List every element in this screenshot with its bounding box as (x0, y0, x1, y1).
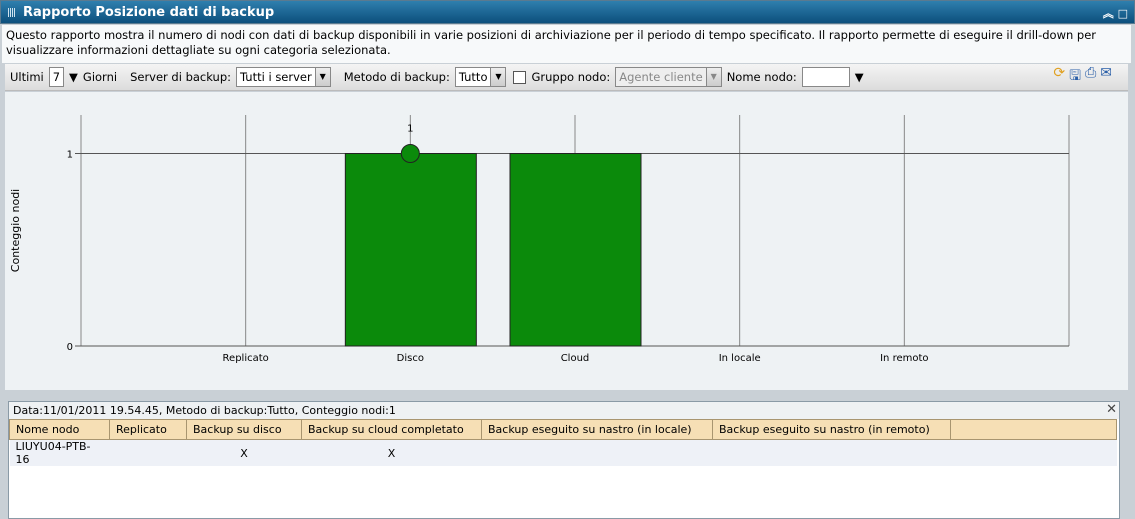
days-dropdown-icon[interactable]: ▼ (69, 70, 78, 84)
column-header[interactable]: Nome nodo (9, 419, 110, 440)
report-description: Questo rapporto mostra il numero di nodi… (2, 25, 1131, 63)
column-header[interactable]: Replicato (109, 419, 187, 440)
bar-chart: 0 1 Conteggio nodi Replicato Disco 1 Cloud In l… (9, 115, 1070, 364)
print-icon[interactable]: ⎙ (1085, 65, 1096, 89)
column-header[interactable]: Backup su cloud completato (301, 419, 482, 440)
method-select[interactable]: Tutto ▼ (454, 67, 507, 87)
column-header[interactable] (950, 419, 1117, 440)
collapse-icon[interactable]: ︽ (1103, 7, 1114, 20)
y-tick-label: 0 (67, 342, 73, 353)
group-select[interactable]: Agente cliente ▼ (615, 67, 722, 87)
x-tick-label: Disco (397, 353, 424, 364)
x-tick-label: In remoto (880, 353, 928, 364)
table-cell: LIUYU04-PTB-16 (9, 439, 110, 466)
table-cell: X (301, 439, 482, 466)
table-cell: X (186, 439, 302, 466)
bar-disco[interactable] (344, 153, 477, 347)
email-icon[interactable]: ✉ (1100, 65, 1112, 89)
table-cell (481, 439, 713, 466)
data-point[interactable] (400, 144, 420, 163)
y-axis-label: Conteggio nodi (9, 189, 22, 272)
window-title: Rapporto Posizione dati di backup (23, 5, 275, 20)
column-header[interactable]: Backup su disco (186, 419, 302, 440)
server-label: Server di backup: (130, 70, 232, 84)
data-label: 1 (407, 124, 413, 135)
chart-area: 0 1 Conteggio nodi Replicato Disco 1 Cloud In l… (5, 92, 1128, 390)
server-select[interactable]: Tutti i server ▼ (236, 67, 331, 87)
column-header[interactable]: Backup eseguito su nastro (in locale) (481, 419, 713, 440)
x-tick-label: Replicato (223, 353, 269, 364)
node-label: Nome nodo: (726, 70, 797, 84)
detail-panel: Data:11/01/2011 19.54.45, Metodo di back… (8, 401, 1120, 519)
group-checkbox[interactable] (513, 70, 527, 84)
table-cell (109, 439, 187, 466)
maximize-icon[interactable]: □ (1118, 7, 1128, 20)
days-label: Giorni (82, 70, 118, 84)
method-label: Metodo di backup: (343, 70, 450, 84)
table-cell (950, 439, 1117, 466)
filter-toolbar: Ultimi 7 ▼ Giorni Server di backup: Tutt… (5, 64, 1128, 91)
y-tick-label: 1 (67, 150, 73, 161)
table-cell (712, 439, 951, 466)
x-tick-label: In locale (719, 353, 761, 364)
close-icon[interactable]: ✕ (1106, 402, 1117, 417)
grip-icon[interactable] (8, 8, 16, 17)
group-label: Gruppo nodo: (531, 70, 611, 84)
save-icon[interactable]: 🖫 (1069, 65, 1081, 89)
table-row[interactable]: LIUYU04-PTB-16 X X (9, 439, 1117, 466)
window-titlebar: Rapporto Posizione dati di backup ︽ □ (0, 0, 1135, 24)
refresh-icon[interactable]: ⟳ (1053, 65, 1065, 89)
node-dropdown-icon[interactable]: ▼ (855, 70, 864, 84)
node-input[interactable] (801, 67, 850, 87)
last-label: Ultimi (10, 70, 44, 84)
detail-table: Nome nodo Replicato Backup su disco Backup … (9, 419, 1117, 466)
detail-header: Data:11/01/2011 19.54.45, Metodo di back… (13, 404, 396, 417)
bar-cloud[interactable] (509, 153, 642, 347)
days-input[interactable]: 7 (48, 67, 65, 87)
column-header[interactable]: Backup eseguito su nastro (in remoto) (712, 419, 951, 440)
x-tick-label: Cloud (561, 353, 590, 364)
